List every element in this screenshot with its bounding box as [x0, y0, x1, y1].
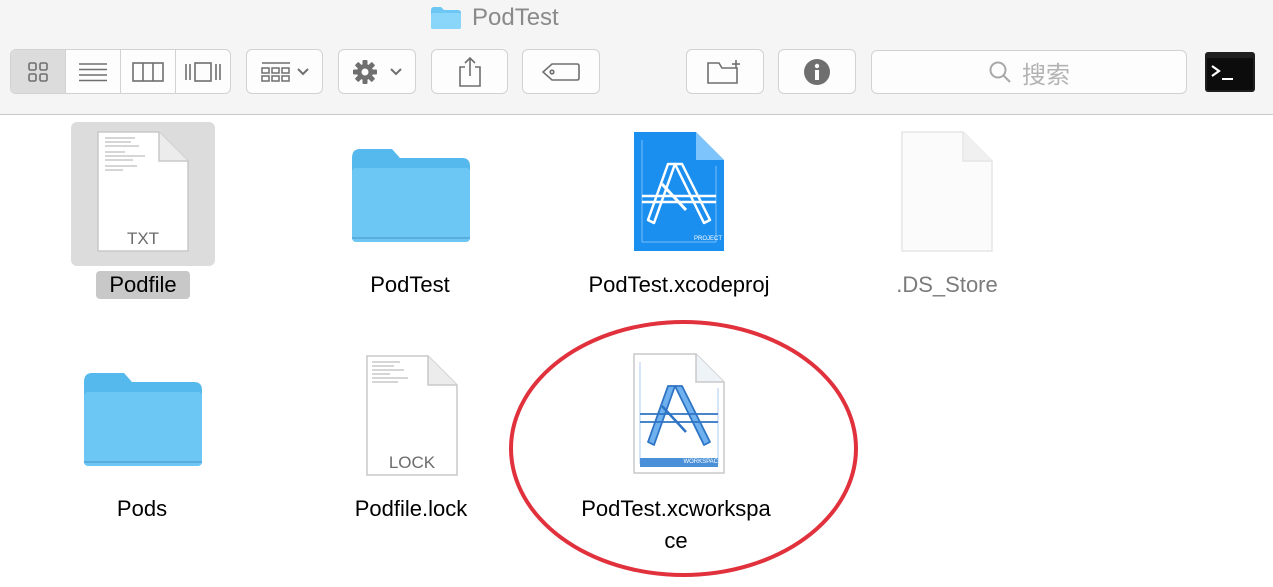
cover-flow-icon — [185, 61, 221, 82]
list-view-icon — [79, 62, 107, 81]
cover-flow-view-button[interactable] — [176, 50, 230, 93]
window-title-text: PodTest — [472, 4, 559, 31]
file-item-xcodeproj[interactable]: PROJECT — [632, 130, 726, 259]
file-type-badge: TXT — [126, 229, 160, 248]
file-type-badge: PROJECT — [693, 236, 722, 242]
list-view-button[interactable] — [66, 50, 121, 93]
action-menu-button[interactable] — [338, 49, 416, 94]
icon-view-icon — [28, 61, 48, 82]
get-info-button[interactable] — [778, 49, 856, 94]
share-icon — [458, 56, 481, 87]
group-by-button[interactable] — [246, 49, 323, 94]
tags-button[interactable] — [522, 49, 600, 94]
column-view-button[interactable] — [121, 50, 176, 93]
file-item-pods-folder[interactable] — [82, 370, 204, 473]
file-label-xcodeproj[interactable]: PodTest.xcodeproj — [559, 272, 799, 298]
file-label-podtest[interactable]: PodTest — [330, 272, 490, 298]
column-view-icon — [132, 61, 164, 82]
tag-icon — [542, 62, 580, 81]
file-label-podfile[interactable]: Podfile — [96, 272, 190, 298]
finder-toolbar: PodTest 搜索 — [0, 0, 1273, 115]
file-item-podfile-lock[interactable]: LOCK — [364, 354, 460, 483]
file-item-ds-store[interactable] — [899, 130, 995, 259]
new-folder-button[interactable] — [686, 49, 764, 94]
terminal-icon[interactable] — [1205, 52, 1255, 92]
icon-view-button[interactable] — [11, 50, 66, 93]
new-folder-icon — [707, 59, 740, 84]
annotation-circle — [509, 320, 858, 577]
window-title: PodTest — [430, 4, 559, 32]
view-mode-selector[interactable] — [10, 49, 231, 94]
search-icon — [989, 61, 1011, 83]
file-type-badge: LOCK — [388, 453, 436, 472]
file-item-podtest-folder[interactable] — [350, 146, 472, 249]
file-item-podfile[interactable]: TXT — [95, 130, 191, 259]
group-icon — [260, 61, 309, 82]
file-label-podfile-lock[interactable]: Podfile.lock — [331, 496, 491, 522]
file-label-pods[interactable]: Pods — [82, 496, 202, 522]
share-button[interactable] — [431, 49, 508, 94]
folder-icon — [84, 373, 202, 466]
folder-icon — [431, 7, 461, 29]
file-label-ds-store[interactable]: .DS_Store — [867, 272, 1027, 298]
search-placeholder: 搜索 — [1022, 61, 1070, 89]
blank-document-icon — [901, 131, 993, 252]
gear-icon — [353, 59, 402, 84]
search-field[interactable]: 搜索 — [871, 50, 1187, 94]
info-icon — [804, 58, 830, 85]
folder-icon — [352, 149, 470, 242]
